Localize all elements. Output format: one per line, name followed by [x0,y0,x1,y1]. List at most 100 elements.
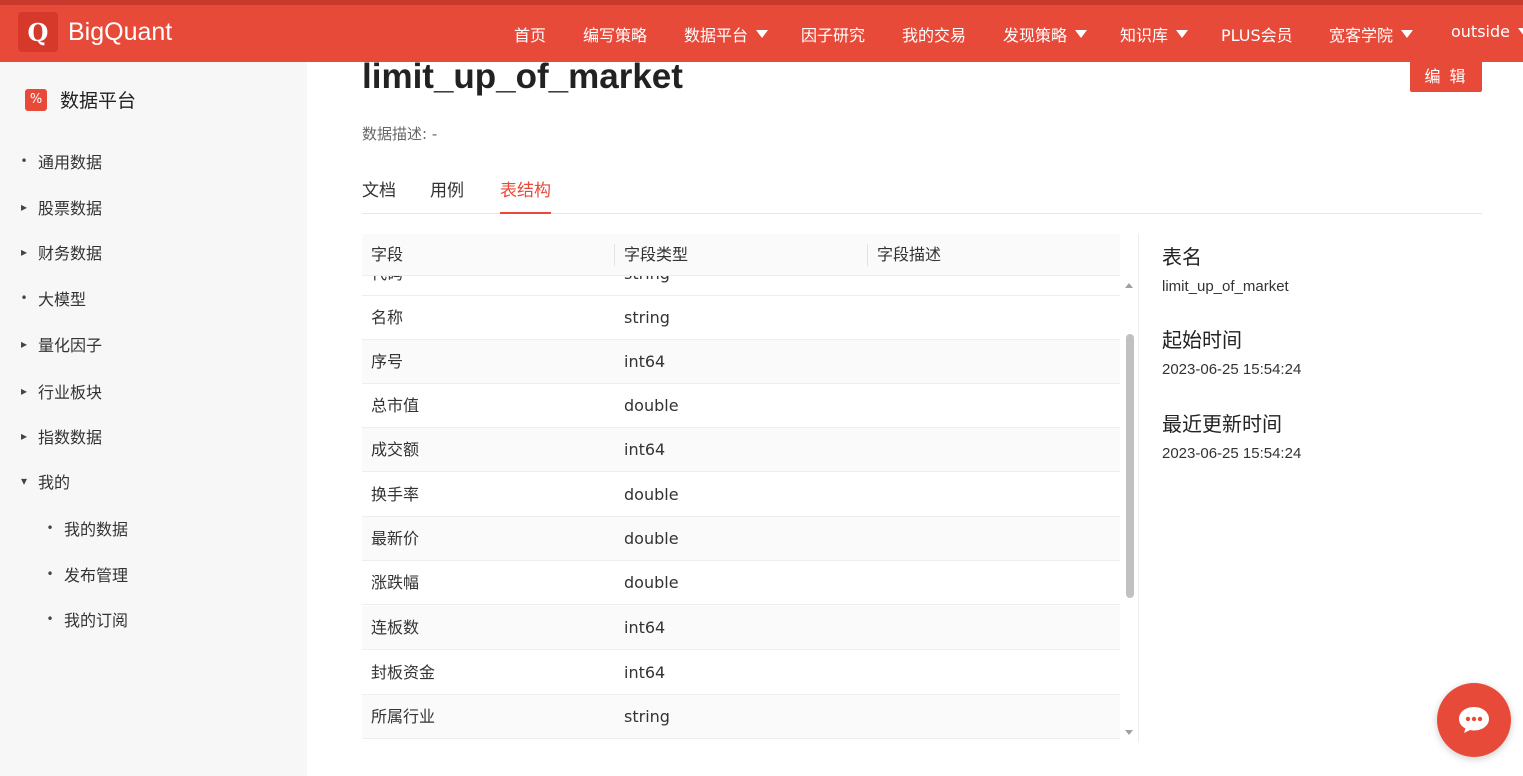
column-header-field: 字段 [371,245,404,264]
sidebar-item-large-model[interactable]: • 大模型 [18,286,86,310]
nav-label: 发现策略 [1003,26,1068,45]
sidebar-item-finance-data[interactable]: ▸ 财务数据 [18,240,102,264]
chevron-down-icon: ▾ [20,474,28,488]
cell-desc [868,517,877,561]
cell-desc [868,561,877,605]
cell-type: int64 [624,663,666,682]
nav-knowledge-base[interactable]: 知识库 [1120,22,1189,46]
nav-my-trading[interactable]: 我的交易 [902,22,966,46]
table-row: 名称 string [362,296,1120,340]
caret-down-icon [1517,27,1523,36]
sidebar: % 数据平台 • 通用数据 ▸ 股票数据 ▸ 财务数据 • 大模型 ▸ 量化因子 ▸ 行业板… [0,62,307,776]
sidebar-title[interactable]: % 数据平台 [25,86,136,113]
scroll-up-arrow-icon[interactable] [1125,283,1133,288]
cell-type: double [624,529,679,548]
cell-type: int64 [624,618,666,637]
nav-user-menu[interactable]: outside [1451,22,1523,41]
cell-field: 序号 [371,352,404,371]
cell-desc [868,606,877,650]
sidebar-item-industry-sector[interactable]: ▸ 行业板块 [18,379,102,403]
nav-label: 因子研究 [801,26,866,45]
table-body[interactable]: 代码 string 名称 string 序号 int64 总市值 double … [362,276,1120,742]
data-platform-icon: % [25,88,47,111]
caret-down-icon [1075,30,1088,38]
nav-home[interactable]: 首页 [514,22,546,46]
chat-button[interactable] [1437,683,1511,757]
sidebar-item-label: 大模型 [38,290,87,309]
cell-desc [868,651,877,695]
nav-label: 数据平台 [684,26,749,45]
sidebar-subitem-my-data[interactable]: • 我的数据 [44,516,128,540]
sidebar-item-label: 量化因子 [38,336,103,355]
table-row: 换手率 double [362,473,1120,517]
info-table-name: 表名 limit_up_of_market [1162,241,1289,295]
caret-down-icon [756,30,769,38]
tab-examples[interactable]: 用例 [430,176,464,214]
sidebar-item-label: 我的订阅 [64,611,129,630]
table-scrollbar[interactable] [1122,276,1136,742]
sidebar-item-label: 财务数据 [38,244,103,263]
nav-data-platform[interactable]: 数据平台 [684,22,769,46]
edit-button[interactable]: 编 辑 [1410,58,1482,92]
chat-bubble-icon [1459,707,1489,733]
bullet-icon: • [46,612,54,626]
cell-type: string [624,308,670,327]
nav-label: 宽客学院 [1329,26,1394,45]
cell-type: string [624,707,670,726]
cell-field: 总市值 [371,396,420,415]
tab-docs[interactable]: 文档 [362,176,396,214]
bullet-icon: • [20,291,28,305]
table-row: 连板数 int64 [362,606,1120,650]
sidebar-title-text: 数据平台 [60,90,137,112]
table-header: 字段 字段类型 字段描述 [362,234,1120,276]
start-time-label: 起始时间 [1162,328,1242,352]
table-name-label: 表名 [1162,245,1202,269]
cell-field: 名称 [371,308,404,327]
cell-field: 封板资金 [371,663,436,682]
sidebar-subitem-publish-manage[interactable]: • 发布管理 [44,562,128,586]
nav-label: 编写策略 [583,26,648,45]
nav-discover-strategy[interactable]: 发现策略 [1003,22,1088,46]
cell-field: 代码 [362,276,403,296]
nav-write-strategy[interactable]: 编写策略 [583,22,647,46]
scrollbar-thumb[interactable] [1126,334,1134,598]
cell-field: 成交额 [371,440,420,459]
start-time-value: 2023-06-25 15:54:24 [1162,361,1302,378]
nav-factor-research[interactable]: 因子研究 [801,22,865,46]
tab-bar: 文档 用例 表结构 [362,176,1482,214]
sidebar-subitem-my-subscriptions[interactable]: • 我的订阅 [44,607,128,631]
sidebar-item-index-data[interactable]: ▸ 指数数据 [18,424,102,448]
sidebar-item-general-data[interactable]: • 通用数据 [18,149,102,173]
update-time-value: 2023-06-25 15:54:24 [1162,445,1302,462]
cell-field: 连板数 [371,618,420,637]
bullet-icon: • [46,567,54,581]
tab-table-structure[interactable]: 表结构 [500,176,551,214]
page-title: limit_up_of_market [362,57,683,96]
sidebar-item-stock-data[interactable]: ▸ 股票数据 [18,195,102,219]
nav-label: PLUS会员 [1221,26,1293,45]
top-navbar: Q BigQuant 首页 编写策略 数据平台 因子研究 我的交易 发现策略 知… [0,0,1523,62]
main-nav: 首页 编写策略 数据平台 因子研究 我的交易 发现策略 知识库 PLUS会员 宽… [0,0,1523,62]
nav-label: 我的交易 [902,26,967,45]
update-time-label: 最近更新时间 [1162,412,1282,436]
nav-label: outside [1451,22,1510,41]
cell-desc [868,384,877,428]
nav-plus-member[interactable]: PLUS会员 [1221,22,1293,46]
scroll-down-arrow-icon[interactable] [1125,730,1133,735]
data-description: 数据描述: - [362,125,438,143]
bullet-icon: • [46,521,54,535]
schema-table: 字段 字段类型 字段描述 代码 string 名称 string 序号 int6… [362,234,1139,742]
sidebar-item-quant-factor[interactable]: ▸ 量化因子 [18,332,102,356]
nav-label: 知识库 [1120,26,1169,45]
nav-academy[interactable]: 宽客学院 [1329,22,1414,46]
table-row: 所属行业 string [362,695,1120,739]
bullet-icon: • [20,154,28,168]
cell-type: double [624,573,679,592]
column-header-desc: 字段描述 [877,245,942,264]
table-row: 总市值 double [362,384,1120,428]
table-row: 封板资金 int64 [362,651,1120,695]
table-row: 序号 int64 [362,340,1120,384]
sidebar-item-mine[interactable]: ▾ 我的 [18,469,70,493]
cell-type: double [624,485,679,504]
column-header-type: 字段类型 [624,245,689,264]
